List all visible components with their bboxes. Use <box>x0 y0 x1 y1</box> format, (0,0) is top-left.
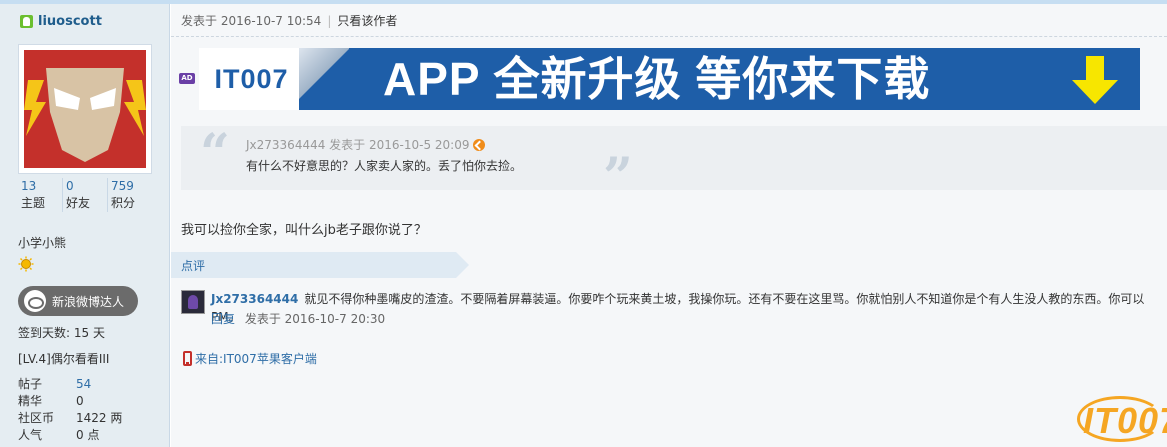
banner-logo-text: IT007 <box>214 63 289 94</box>
stat-points[interactable]: 759 积分 <box>107 178 152 212</box>
info-row-popularity: 人气 0 点 <box>18 427 122 444</box>
stat-label: 积分 <box>111 196 136 210</box>
comment-section-title: 点评 <box>181 259 206 273</box>
info-key: 人气 <box>18 428 43 442</box>
meta-divider <box>171 36 1167 37</box>
app-ad-banner[interactable]: IT007 APP 全新升级 等你来下载 <box>199 48 1140 110</box>
user-info-table: 帖子 54 精华 0 社区币 1422 两 人气 0 点 <box>18 376 122 444</box>
flash-mask-avatar-image <box>24 50 146 168</box>
weibo-talent-badge[interactable]: 新浪微博达人 <box>18 286 138 316</box>
stat-threads[interactable]: 13 主题 <box>18 178 62 212</box>
weibo-badge-label: 新浪微博达人 <box>52 294 125 309</box>
user-rank: 小学小熊 <box>18 236 67 250</box>
jump-to-post-icon[interactable] <box>473 138 486 151</box>
info-key: 精华 <box>18 394 43 408</box>
avatar[interactable] <box>24 50 146 168</box>
author-avatar-frame[interactable] <box>18 44 152 174</box>
stat-value[interactable]: 759 <box>111 178 152 194</box>
info-value-link[interactable]: 54 <box>76 376 91 393</box>
banner-logo: IT007 <box>199 48 304 110</box>
info-value: 0 <box>76 394 84 408</box>
online-status-icon <box>20 14 33 28</box>
stat-friends[interactable]: 0 好友 <box>62 178 107 212</box>
info-key: 社区币 <box>18 411 55 425</box>
weibo-icon <box>24 290 46 312</box>
quote-block: “ Jx273364444 发表于 2016-10-5 20:09 有什么不好意… <box>181 123 1167 204</box>
comment-time: 发表于 2016-10-7 20:30 <box>244 312 386 326</box>
commenter-avatar[interactable] <box>181 290 205 314</box>
post-meta: 发表于 2016-10-7 10:54 | 只看该作者 <box>181 12 397 29</box>
quote-header: Jx273364444 发表于 2016-10-5 20:09 <box>246 136 486 153</box>
author-stats: 13 主题 0 好友 759 积分 <box>18 178 152 212</box>
only-author-link[interactable]: 只看该作者 <box>337 12 397 29</box>
author-row: liuoscott <box>20 12 102 30</box>
site-watermark: IT007 <box>1083 400 1167 441</box>
banner-headline: APP 全新升级 等你来下载 <box>383 53 931 105</box>
info-value: 0 点 <box>76 428 100 442</box>
author-name-link[interactable]: liuoscott <box>38 14 102 29</box>
info-value: 1422 两 <box>76 411 123 425</box>
quote-text: 有什么不好意思的？人家卖人家的。丢了怕你去捡。 <box>246 159 523 173</box>
stat-value[interactable]: 13 <box>21 178 62 194</box>
info-key: 帖子 <box>18 377 43 391</box>
close-quote-icon: ” <box>603 147 633 208</box>
info-row-coins: 社区币 1422 两 <box>18 410 122 427</box>
open-quote-icon: “ <box>200 123 230 184</box>
comment-section-header: 点评 <box>171 252 469 278</box>
post-time: 发表于 2016-10-7 10:54 <box>181 14 322 28</box>
info-row-digest: 精华 0 <box>18 393 122 410</box>
user-level: [LV.4]偶尔看看III <box>18 352 110 366</box>
stat-label: 好友 <box>66 196 91 210</box>
reply-link[interactable]: 回复 <box>211 312 235 326</box>
commenter-name-link[interactable]: Jx273364444 <box>211 292 298 306</box>
quote-author-time: Jx273364444 发表于 2016-10-5 20:09 <box>246 138 470 152</box>
post-source[interactable]: 来自:IT007苹果客户端 <box>183 350 317 367</box>
post-main: 发表于 2016-10-7 10:54 | 只看该作者 IT007 APP 全新… <box>171 4 1167 447</box>
banner-page-curl <box>299 48 349 110</box>
ad-badge: AD <box>179 73 195 84</box>
meta-separator: | <box>327 13 332 28</box>
download-arrow-icon <box>1072 56 1118 104</box>
stat-label: 主题 <box>21 196 46 210</box>
signin-days: 签到天数: 15 天 <box>18 326 105 340</box>
comment-meta: 回复 发表于 2016-10-7 20:30 <box>211 310 385 328</box>
post-content: 我可以捡你全家，叫什么jb老子跟你说了？ <box>181 223 427 238</box>
info-row-posts: 帖子 54 <box>18 376 122 393</box>
author-sidebar: liuoscott 13 主题 0 好友 759 积分 小学小熊 新浪微博达人 … <box>0 4 170 447</box>
source-link[interactable]: 来自:IT007苹果客户端 <box>195 350 317 367</box>
sun-icon <box>18 256 34 272</box>
phone-icon <box>183 351 192 366</box>
stat-value[interactable]: 0 <box>66 178 107 194</box>
